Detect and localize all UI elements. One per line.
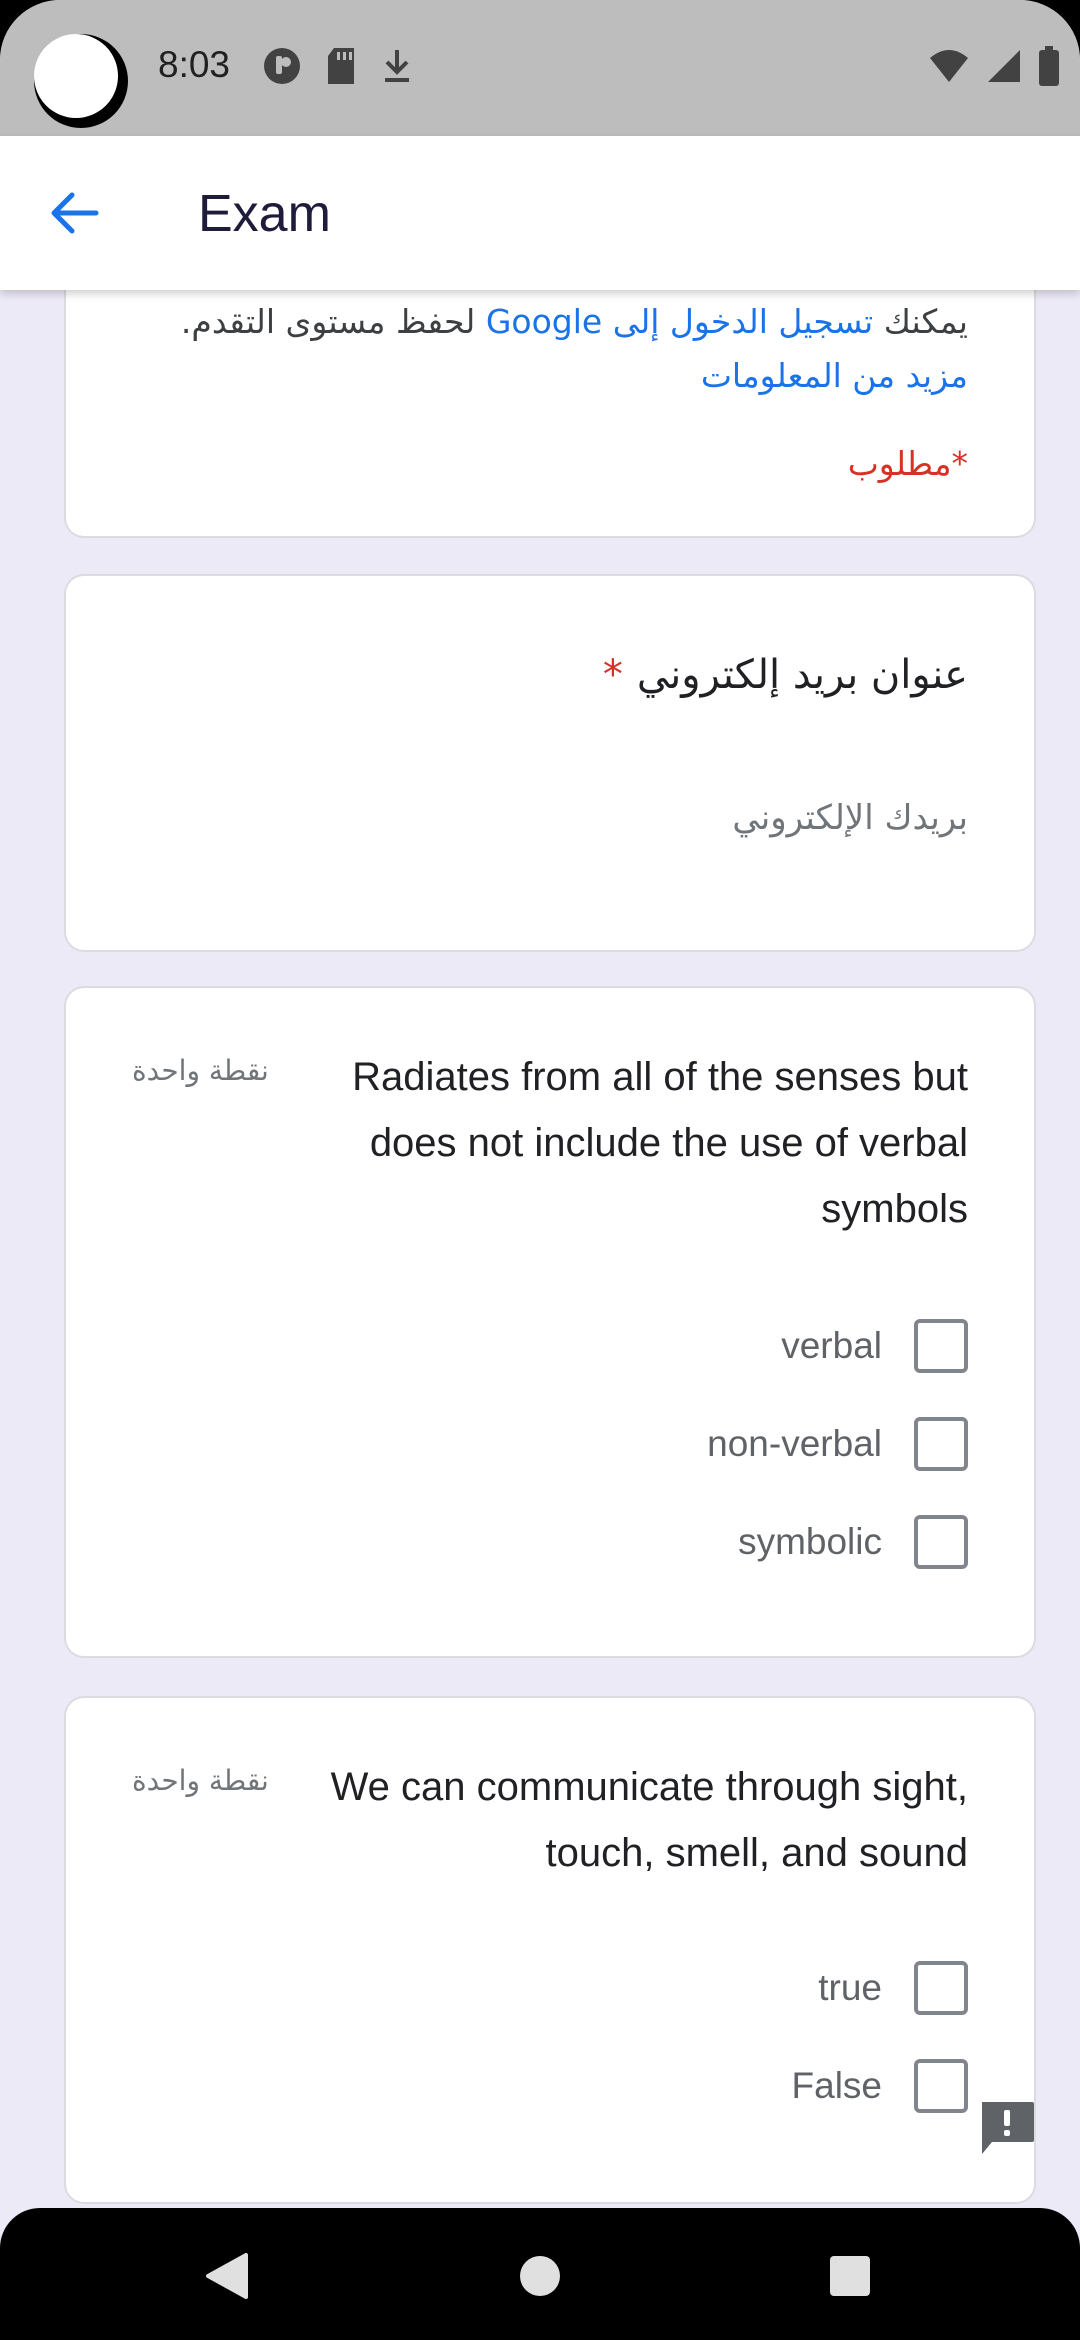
nav-back-button[interactable] xyxy=(196,2246,256,2306)
required-star: * xyxy=(602,652,623,698)
question-points: نقطة واحدة xyxy=(132,1054,269,1087)
email-card: عنوان بريد إلكتروني * xyxy=(64,574,1036,952)
notification-icons xyxy=(262,46,414,86)
app-notification-icon xyxy=(264,48,300,84)
back-button[interactable] xyxy=(40,178,110,248)
checkbox[interactable] xyxy=(914,1319,968,1373)
status-time: 8:03 xyxy=(158,44,231,85)
navigation-bar xyxy=(0,2208,1080,2340)
email-field[interactable] xyxy=(468,798,968,838)
sd-card-icon xyxy=(328,48,354,84)
nav-home-button[interactable] xyxy=(510,2246,570,2306)
option-label: true xyxy=(818,1967,882,2008)
question-card-1: Radiates from all of the senses but does… xyxy=(64,986,1036,1658)
checkbox[interactable] xyxy=(914,1417,968,1471)
status-bar: 8:03 xyxy=(0,0,1080,136)
option-label: non-verbal xyxy=(707,1423,882,1464)
square-recents-icon xyxy=(830,2256,870,2296)
required-note: *مطلوب xyxy=(847,444,968,483)
signin-link[interactable]: تسجيل الدخول إلى Google xyxy=(486,302,873,341)
option-verbal[interactable]: verbal xyxy=(781,1316,968,1376)
download-icon xyxy=(385,50,409,82)
feedback-button[interactable] xyxy=(978,2100,1036,2156)
option-label: False xyxy=(791,2065,882,2106)
email-label-text: عنوان بريد إلكتروني xyxy=(636,652,968,698)
option-false[interactable]: False xyxy=(792,2056,968,2116)
circle-home-icon xyxy=(520,2256,560,2296)
camera-cutout xyxy=(34,34,128,128)
option-non-verbal[interactable]: non-verbal xyxy=(707,1414,968,1474)
checkbox[interactable] xyxy=(914,2059,968,2113)
option-symbolic[interactable]: symbolic xyxy=(738,1512,968,1572)
question-text: We can communicate through sight, touch,… xyxy=(330,1765,968,1875)
checkbox[interactable] xyxy=(914,1515,968,1569)
app-bar: Exam xyxy=(0,136,1080,290)
option-label: verbal xyxy=(781,1325,882,1366)
triangle-back-icon xyxy=(206,2253,248,2299)
nav-recents-button[interactable] xyxy=(820,2246,880,2306)
screen: 8:03 Exam يمكنك تسجيل الدخول إلى Google … xyxy=(0,0,1080,2340)
question-text: Radiates from all of the senses but does… xyxy=(352,1055,968,1231)
more-info-link[interactable]: مزيد من المعلومات xyxy=(701,356,968,395)
feedback-icon xyxy=(982,2102,1034,2154)
signin-notice: يمكنك تسجيل الدخول إلى Google لحفظ مستوى… xyxy=(181,302,968,341)
signin-text-before: يمكنك xyxy=(873,302,968,341)
wifi-icon xyxy=(930,50,968,82)
email-label: عنوان بريد إلكتروني * xyxy=(603,652,968,698)
page-title: Exam xyxy=(198,185,331,243)
signin-text-after: لحفظ مستوى التقدم. xyxy=(180,302,486,341)
intro-card: يمكنك تسجيل الدخول إلى Google لحفظ مستوى… xyxy=(64,260,1036,538)
system-status-icons xyxy=(928,46,1060,86)
battery-icon xyxy=(1039,46,1059,86)
option-label: symbolic xyxy=(738,1521,882,1562)
question-card-2: We can communicate through sight, touch,… xyxy=(64,1696,1036,2204)
signal-icon xyxy=(988,50,1020,82)
arrow-left-icon xyxy=(51,192,99,234)
checkbox[interactable] xyxy=(914,1961,968,2015)
question-points: نقطة واحدة xyxy=(132,1764,269,1797)
option-true[interactable]: true xyxy=(818,1958,968,2018)
